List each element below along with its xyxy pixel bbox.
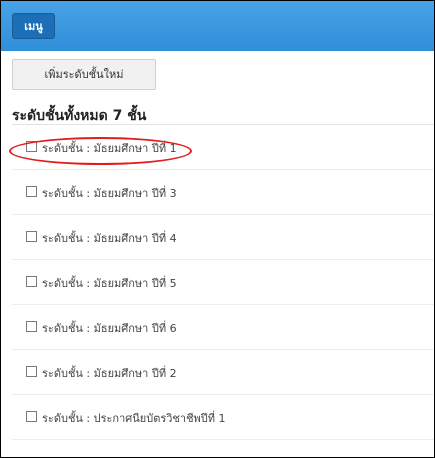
level-label: ระดับชั้น : ประกาศนียบัตรวิชาชีพปีที่ 1 <box>42 412 226 425</box>
list-item: ระดับชั้น : มัธยมศึกษา ปีที่ 5 <box>12 260 434 305</box>
level-checkbox[interactable] <box>26 141 37 152</box>
level-label: ระดับชั้น : มัธยมศึกษา ปีที่ 1 <box>42 142 177 155</box>
list-item: ระดับชั้น : มัธยมศึกษา ปีที่ 6 <box>12 305 434 350</box>
list-item: ระดับชั้น : มัธยมศึกษา ปีที่ 4 <box>12 215 434 260</box>
level-checkbox[interactable] <box>26 231 37 242</box>
level-label: ระดับชั้น : มัธยมศึกษา ปีที่ 6 <box>42 322 177 335</box>
level-checkbox[interactable] <box>26 276 37 287</box>
list-item: ระดับชั้น : มัธยมศึกษา ปีที่ 1 <box>12 125 434 170</box>
level-list: ระดับชั้น : มัธยมศึกษา ปีที่ 1 ระดับชั้น… <box>12 124 434 440</box>
menu-button[interactable]: เมนู <box>12 13 55 39</box>
level-label: ระดับชั้น : มัธยมศึกษา ปีที่ 5 <box>42 277 177 290</box>
level-label: ระดับชั้น : มัธยมศึกษา ปีที่ 4 <box>42 232 177 245</box>
add-level-button[interactable]: เพิ่มระดับชั้นใหม่ <box>12 59 156 90</box>
app-window: เมนู เพิ่มระดับชั้นใหม่ ระดับชั้นทั้งหมด… <box>0 0 435 458</box>
top-navbar: เมนู <box>1 1 434 51</box>
level-label: ระดับชั้น : มัธยมศึกษา ปีที่ 3 <box>42 187 177 200</box>
level-label: ระดับชั้น : มัธยมศึกษา ปีที่ 2 <box>42 367 177 380</box>
list-item: ระดับชั้น : ประกาศนียบัตรวิชาชีพปีที่ 1 <box>12 395 434 440</box>
level-checkbox[interactable] <box>26 186 37 197</box>
list-item: ระดับชั้น : มัธยมศึกษา ปีที่ 3 <box>12 170 434 215</box>
level-checkbox[interactable] <box>26 366 37 377</box>
level-checkbox[interactable] <box>26 411 37 422</box>
list-item: ระดับชั้น : มัธยมศึกษา ปีที่ 2 <box>12 350 434 395</box>
level-checkbox[interactable] <box>26 321 37 332</box>
